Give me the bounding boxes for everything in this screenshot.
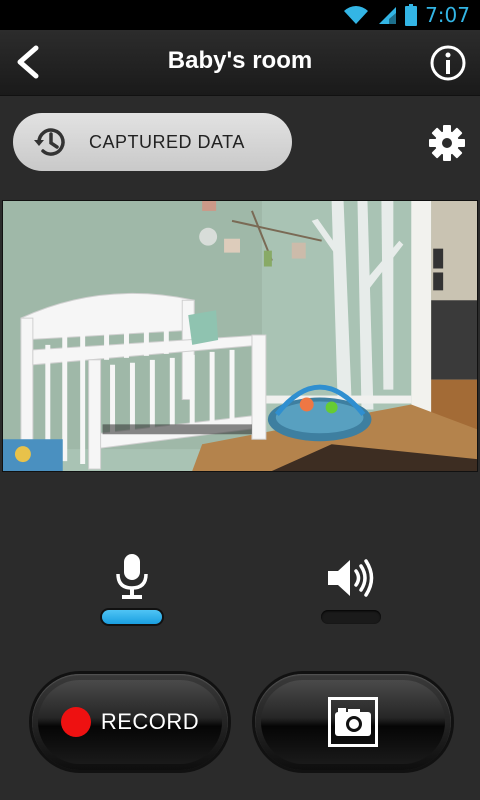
record-label: RECORD <box>100 709 200 734</box>
speaker-button[interactable] <box>326 556 376 600</box>
record-button[interactable]: RECORD <box>32 674 228 770</box>
history-clock-icon <box>34 128 65 156</box>
baby-room-image <box>3 201 477 471</box>
captured-data-button[interactable]: CAPTURED DATA <box>13 113 292 171</box>
captured-data-label: CAPTURED DATA <box>89 131 245 152</box>
back-arrow-icon <box>17 45 39 79</box>
wifi-icon <box>344 6 369 24</box>
gear-icon <box>429 125 465 161</box>
battery-icon <box>405 4 418 26</box>
settings-button[interactable] <box>428 124 466 162</box>
camera-feed[interactable] <box>2 200 478 472</box>
back-button[interactable] <box>8 42 48 82</box>
speaker-indicator <box>321 610 381 624</box>
app-header: Baby's room <box>0 30 480 96</box>
page-title: Baby's room <box>167 47 313 74</box>
info-button[interactable] <box>428 43 468 83</box>
speaker-icon <box>328 559 374 597</box>
record-dot-icon <box>60 707 91 737</box>
snapshot-button[interactable] <box>255 674 451 770</box>
microphone-button[interactable] <box>110 552 154 602</box>
status-time: 7:07 <box>425 3 470 27</box>
camera-icon <box>328 697 378 747</box>
microphone-icon <box>116 554 148 599</box>
info-icon <box>430 45 466 81</box>
microphone-indicator <box>102 610 162 624</box>
signal-icon <box>379 7 397 24</box>
status-bar: 7:07 <box>0 0 480 30</box>
